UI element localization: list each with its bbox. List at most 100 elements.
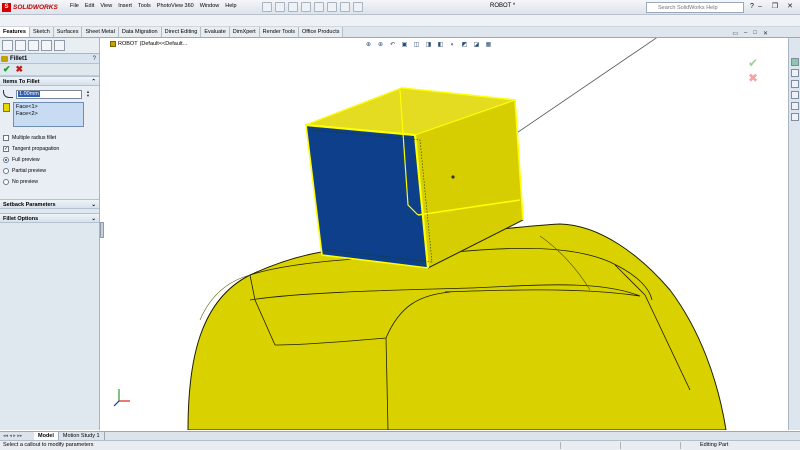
realview-icon[interactable]: ▦ — [484, 41, 493, 50]
faces-list[interactable]: Face<1> Face<2> — [13, 102, 84, 127]
tangent-propagation-option[interactable]: ✓ Tangent propagation — [3, 145, 96, 152]
minimize-icon[interactable]: – — [754, 1, 766, 12]
zoom-to-area-icon[interactable]: ⊕ — [376, 41, 385, 50]
select-icon[interactable] — [327, 2, 337, 12]
property-manager: Fillet1 ? ✔ ✖ Items To Fillet ⌃ 1.00mm ▲… — [0, 38, 100, 430]
pane-restore-icon[interactable]: ▭ — [732, 30, 738, 37]
confirm-ok-icon[interactable]: ✔ — [748, 56, 758, 70]
undo-icon[interactable] — [314, 2, 324, 12]
breadcrumb[interactable]: ROBOT (Default<<Default... — [110, 41, 187, 47]
dimxpert-manager-tab-icon[interactable] — [41, 40, 52, 51]
partial-preview-radio[interactable] — [3, 167, 9, 174]
menu-tools[interactable]: Tools — [138, 3, 151, 9]
tab-sheet-metal[interactable]: Sheet Metal — [82, 27, 119, 37]
new-icon[interactable] — [262, 2, 272, 12]
tab-direct-editing[interactable]: Direct Editing — [161, 27, 202, 37]
multiple-radius-checkbox[interactable] — [3, 134, 9, 141]
tab-render-tools[interactable]: Render Tools — [259, 27, 299, 37]
items-to-fillet-header[interactable]: Items To Fillet ⌃ — [0, 76, 99, 86]
items-to-fillet-label: Items To Fillet — [3, 79, 40, 85]
no-preview-radio[interactable] — [3, 178, 9, 185]
robot-body[interactable] — [187, 223, 727, 430]
view-settings-icon[interactable]: ◪ — [472, 41, 481, 50]
fillet-options-header[interactable]: Fillet Options ⌄ — [0, 213, 99, 223]
tab-evaluate[interactable]: Evaluate — [201, 27, 230, 37]
radius-field[interactable]: 1.00mm — [16, 89, 82, 99]
task-pane — [788, 38, 800, 430]
search-input[interactable] — [646, 2, 744, 13]
pane-min-icon[interactable]: – — [744, 30, 747, 37]
no-preview-option[interactable]: No preview — [3, 178, 96, 185]
menu-help[interactable]: Help — [225, 3, 236, 9]
view-orientation-icon[interactable]: ◫ — [412, 41, 421, 50]
menu-file[interactable]: File — [70, 3, 79, 9]
rebuild-icon[interactable] — [340, 2, 350, 12]
feature-manager-tab-icon[interactable] — [2, 40, 13, 51]
hide-show-icon[interactable]: ◧ — [436, 41, 445, 50]
view-palette-icon[interactable] — [791, 91, 799, 99]
ok-check-icon[interactable]: ✔ — [3, 64, 11, 75]
property-manager-tab-icon[interactable] — [15, 40, 26, 51]
configuration-manager-tab-icon[interactable] — [28, 40, 39, 51]
expand-icon[interactable]: ⌄ — [91, 214, 96, 224]
command-manager-tabs: Features Sketch Surfaces Sheet Metal Dat… — [0, 27, 800, 38]
pane-max-icon[interactable]: □ — [753, 30, 757, 37]
feature-title: Fillet1 ? — [0, 54, 99, 64]
display-style-icon[interactable]: ◨ — [424, 41, 433, 50]
tab-model[interactable]: Model — [34, 432, 59, 440]
file-explorer-icon[interactable] — [791, 80, 799, 88]
menu-insert[interactable]: Insert — [118, 3, 132, 9]
menu-photoview[interactable]: PhotoView 360 — [157, 3, 194, 9]
tab-office-products[interactable]: Office Products — [298, 27, 344, 37]
selected-face[interactable] — [305, 124, 429, 269]
full-preview-radio[interactable] — [3, 156, 9, 163]
restore-icon[interactable]: ❐ — [769, 1, 781, 12]
tab-surfaces[interactable]: Surfaces — [53, 27, 83, 37]
tab-dimxpert[interactable]: DimXpert — [229, 27, 260, 37]
face-selection-icon — [3, 103, 10, 112]
resources-icon[interactable] — [791, 58, 799, 66]
pane-close-icon[interactable]: ✕ — [763, 30, 768, 37]
breadcrumb-part[interactable]: ROBOT — [118, 41, 138, 47]
design-library-icon[interactable] — [791, 69, 799, 77]
section-view-icon[interactable]: ▣ — [400, 41, 409, 50]
full-preview-option[interactable]: Full preview — [3, 156, 96, 163]
list-item[interactable]: Face<1> — [16, 104, 81, 111]
options-icon[interactable] — [353, 2, 363, 12]
cancel-x-icon[interactable]: ✖ — [16, 64, 24, 75]
apply-scene-icon[interactable]: ◩ — [460, 41, 469, 50]
breadcrumb-config[interactable]: (Default<<Default... — [140, 41, 188, 47]
expand-icon[interactable]: ⌄ — [91, 200, 96, 210]
custom-properties-icon[interactable] — [791, 113, 799, 121]
radius-spinner[interactable]: ▲ ▼ — [85, 89, 91, 99]
close-icon[interactable]: ✕ — [784, 1, 796, 12]
tab-scroll-icons[interactable]: ◂◂ ◂ ▸ ▸▸ — [0, 432, 34, 440]
zoom-to-fit-icon[interactable]: ⊕ — [364, 41, 373, 50]
menu-view[interactable]: View — [100, 3, 112, 9]
tab-features[interactable]: Features — [0, 27, 30, 37]
tab-motion-study[interactable]: Motion Study 1 — [59, 432, 105, 440]
no-preview-label: No preview — [12, 178, 38, 185]
setback-parameters-header[interactable]: Setback Parameters ⌄ — [0, 199, 99, 209]
confirm-cancel-icon[interactable]: ✖ — [748, 71, 758, 85]
solidworks-logo[interactable]: S SOLIDWORKS — [2, 2, 58, 13]
previous-view-icon[interactable]: ↶ — [388, 41, 397, 50]
appearances-icon[interactable] — [791, 102, 799, 110]
tangent-propagation-checkbox[interactable]: ✓ — [3, 145, 9, 152]
display-manager-tab-icon[interactable] — [54, 40, 65, 51]
open-icon[interactable] — [275, 2, 285, 12]
menu-edit[interactable]: Edit — [85, 3, 94, 9]
tab-data-migration[interactable]: Data Migration — [118, 27, 162, 37]
graphics-area[interactable]: ROBOT (Default<<Default... ⊕ ⊕ ↶ ▣ ◫ ◨ ◧… — [104, 38, 788, 430]
partial-preview-option[interactable]: Partial preview — [3, 167, 96, 174]
document-title: ROBOT * — [490, 3, 516, 9]
logo-text: SOLIDWORKS — [13, 4, 58, 11]
menu-window[interactable]: Window — [200, 3, 220, 9]
edit-appearance-icon[interactable]: ◐ — [448, 41, 457, 50]
list-item[interactable]: Face<2> — [16, 111, 81, 118]
tab-sketch[interactable]: Sketch — [29, 27, 54, 37]
pm-help-icon[interactable]: ? — [93, 54, 96, 64]
save-icon[interactable] — [288, 2, 298, 12]
multiple-radius-option[interactable]: Multiple radius fillet — [3, 134, 96, 141]
print-icon[interactable] — [301, 2, 311, 12]
